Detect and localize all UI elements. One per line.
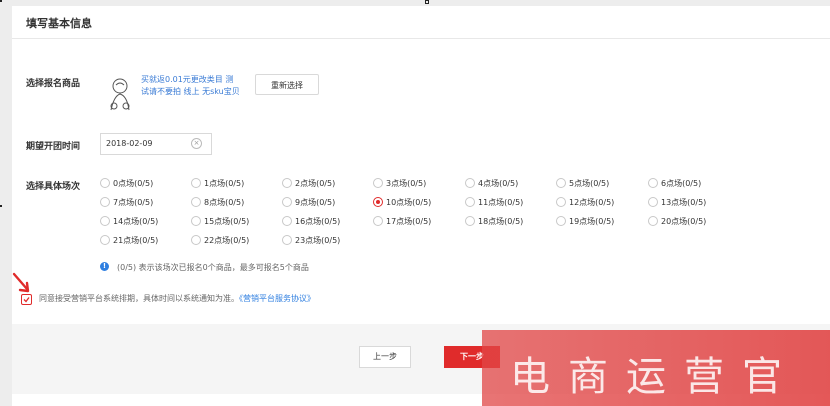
- clear-icon[interactable]: ×: [191, 138, 202, 149]
- date-input[interactable]: 2018-02-09 ×: [100, 133, 212, 155]
- checkmark-icon: [23, 297, 30, 303]
- agree-statement: 同意接受营销平台系统排期，具体时间以系统通知为准。: [39, 294, 239, 303]
- radio-button[interactable]: [556, 178, 566, 188]
- date-label: 期望开团时间: [26, 142, 81, 152]
- radio-button[interactable]: [465, 197, 475, 207]
- session-option-label: 8点场(0/5): [204, 198, 245, 207]
- radio-button[interactable]: [373, 197, 383, 207]
- session-option-label: 3点场(0/5): [386, 179, 427, 188]
- session-option-label: 6点场(0/5): [661, 179, 702, 188]
- info-text: (0/5) 表示该场次已报名0个商品，最多可报名5个商品: [117, 263, 309, 272]
- radio-button[interactable]: [465, 216, 475, 226]
- session-option-label: 13点场(0/5): [661, 198, 707, 207]
- radio-button[interactable]: [556, 197, 566, 207]
- radio-button[interactable]: [282, 235, 292, 245]
- session-option-label: 10点场(0/5): [386, 198, 432, 207]
- radio-button[interactable]: [282, 178, 292, 188]
- radio-button[interactable]: [191, 197, 201, 207]
- product-label: 选择报名商品: [26, 79, 81, 89]
- session-option-label: 14点场(0/5): [113, 217, 159, 226]
- radio-button[interactable]: [373, 216, 383, 226]
- session-option-label: 19点场(0/5): [569, 217, 615, 226]
- agree-text: 同意接受营销平台系统排期，具体时间以系统通知为准。《营销平台服务协议》: [39, 293, 315, 304]
- radio-button[interactable]: [100, 216, 110, 226]
- session-option-label: 16点场(0/5): [295, 217, 341, 226]
- page-title: 填写基本信息: [26, 17, 92, 30]
- radio-button[interactable]: [282, 197, 292, 207]
- radio-button[interactable]: [648, 197, 658, 207]
- session-option-label: 12点场(0/5): [569, 198, 615, 207]
- radio-button[interactable]: [465, 178, 475, 188]
- session-option-label: 21点场(0/5): [113, 236, 159, 245]
- radio-button[interactable]: [556, 216, 566, 226]
- session-option-label: 23点场(0/5): [295, 236, 341, 245]
- session-label: 选择具体场次: [26, 182, 81, 192]
- session-option-label: 11点场(0/5): [478, 198, 524, 207]
- agreement-link[interactable]: 《营销平台服务协议》: [239, 294, 315, 303]
- session-option-label: 1点场(0/5): [204, 179, 245, 188]
- card-header: 填写基本信息: [12, 6, 830, 39]
- session-option-label: 9点场(0/5): [295, 198, 336, 207]
- edge-mark: [425, 0, 429, 4]
- session-option-label: 18点场(0/5): [478, 217, 524, 226]
- edge-mark: [0, 0, 2, 2]
- red-arrow-icon: [12, 272, 30, 293]
- product-image: [110, 78, 130, 111]
- radio-button[interactable]: [100, 178, 110, 188]
- date-value: 2018-02-09: [106, 139, 153, 148]
- session-option-label: 20点场(0/5): [661, 217, 707, 226]
- info-icon: !: [100, 262, 109, 271]
- prev-button[interactable]: 上一步: [359, 346, 411, 368]
- radio-button[interactable]: [191, 216, 201, 226]
- session-option-label: 5点场(0/5): [569, 179, 610, 188]
- session-option-label: 0点场(0/5): [113, 179, 154, 188]
- watermark-text: 电商运营官: [510, 354, 800, 400]
- radio-button[interactable]: [100, 197, 110, 207]
- radio-button[interactable]: [100, 235, 110, 245]
- edge-mark: [0, 205, 2, 207]
- agree-checkbox[interactable]: [21, 294, 32, 305]
- radio-button[interactable]: [648, 216, 658, 226]
- radio-button[interactable]: [648, 178, 658, 188]
- session-option-label: 2点场(0/5): [295, 179, 336, 188]
- radio-button[interactable]: [373, 178, 383, 188]
- session-option-label: 22点场(0/5): [204, 236, 250, 245]
- session-option-label: 17点场(0/5): [386, 217, 432, 226]
- product-name-link[interactable]: 买就返0.01元更改类目 测试请不要拍 线上 无sku宝贝: [141, 74, 241, 98]
- reselect-button[interactable]: 重新选择: [255, 74, 319, 95]
- session-option-label: 7点场(0/5): [113, 198, 154, 207]
- session-option-label: 4点场(0/5): [478, 179, 519, 188]
- radio-button[interactable]: [282, 216, 292, 226]
- radio-button[interactable]: [191, 178, 201, 188]
- session-option-label: 15点场(0/5): [204, 217, 250, 226]
- radio-button[interactable]: [191, 235, 201, 245]
